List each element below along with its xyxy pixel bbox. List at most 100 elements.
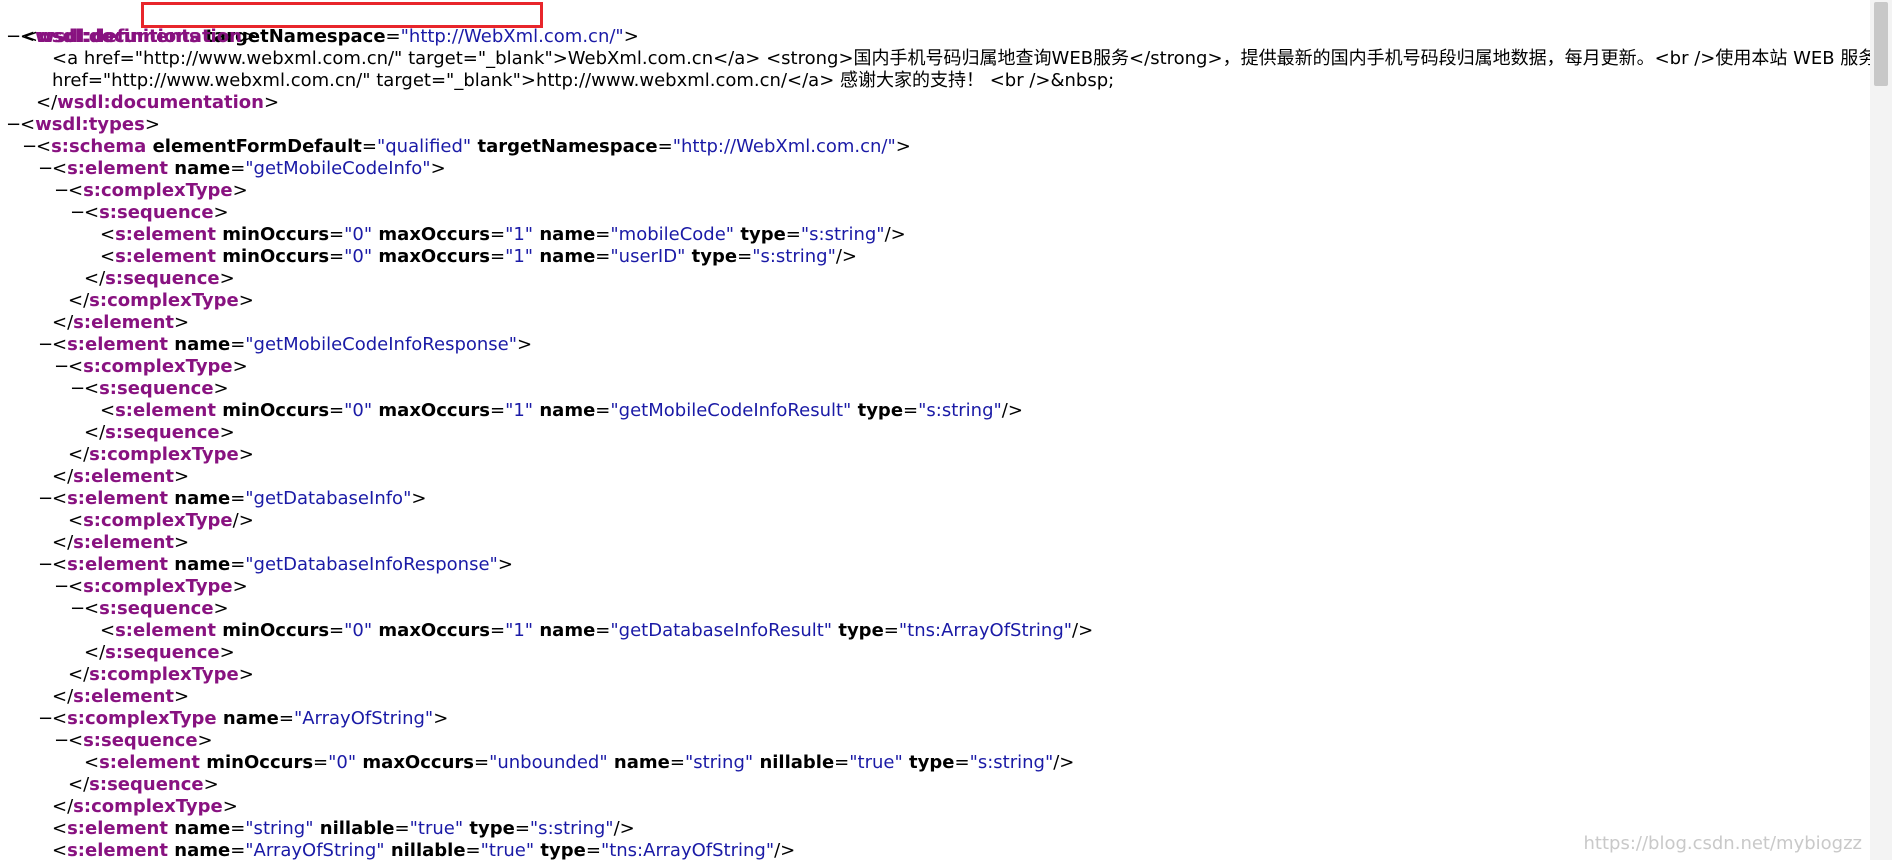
bracket: < [100,224,116,245]
bracket: < [36,136,52,157]
bracket: < [100,400,116,421]
collapse-toggle[interactable]: − [38,158,53,180]
tag-name: s:sequence [89,774,204,795]
bracket: </ [52,312,74,333]
attr-value: "http://WebXml.com.cn/" [672,136,896,157]
attr-name: name [607,752,670,773]
bracket: </ [68,664,90,685]
scrollbar-thumb[interactable] [1874,2,1888,86]
tag-name: s:element [115,400,216,421]
equals-sign: = [394,818,410,839]
collapse-toggle[interactable]: − [22,136,37,158]
attr-name: name [167,554,231,575]
bracket: </ [52,466,74,487]
bracket: < [84,598,100,619]
attr-value: "true" [480,840,535,860]
attr-name: nillable [313,818,395,839]
equals-sign: = [737,246,753,267]
collapse-toggle[interactable]: − [54,180,69,202]
collapse-toggle[interactable]: − [6,26,21,48]
attr-name: name [533,620,596,641]
attr-value: "0" [344,400,373,421]
collapse-toggle[interactable]: − [38,554,53,576]
tag-name: s:element [67,840,168,860]
equals-sign: = [657,136,673,157]
collapse-toggle[interactable]: − [54,356,69,378]
attr-value: "ArrayOfString" [293,708,434,729]
vertical-scrollbar[interactable] [1870,0,1892,860]
attr-name: minOccurs [199,752,314,773]
tag-name: s:element [115,246,216,267]
bracket: /> [1053,752,1075,773]
attr-name: type [685,246,738,267]
attr-name: elementFormDefault [146,136,362,157]
attr-name: nillable [384,840,466,860]
xml-line: <s:element name="ArrayOfString" nillable… [38,840,795,860]
bracket: < [68,576,84,597]
xml-line: </s:element> [38,312,189,334]
bracket: < [52,554,68,575]
bracket: </ [68,444,90,465]
bracket: > [174,532,190,553]
attr-name: name [167,158,231,179]
bracket: > [203,774,219,795]
bracket: < [52,488,68,509]
xml-line: href="http://www.webxml.com.cn/" target=… [38,70,1114,92]
attr-value: "tns:ArrayOfString" [898,620,1073,641]
bracket: > [174,312,190,333]
xml-line: </s:complexType> [54,290,254,312]
equals-sign: = [361,136,377,157]
tag-name: s:sequence [105,642,220,663]
attr-value: "1" [505,400,534,421]
xml-line: −<s:complexType> [54,180,248,202]
attr-name: name [533,224,596,245]
collapse-toggle[interactable]: − [70,202,85,224]
collapse-toggle[interactable]: − [38,488,53,510]
attr-value: "1" [505,246,534,267]
equals-sign: = [473,752,490,773]
text-content: href="http://www.webxml.com.cn/" target=… [52,70,1115,91]
attr-name: maxOccurs [356,752,474,773]
tag-name: s:element [73,686,175,707]
equals-sign: = [230,818,246,839]
attr-value: "userID" [610,246,686,267]
bracket: > [232,180,248,201]
equals-sign: = [230,488,246,509]
tag-name: s:element [67,818,168,839]
xml-line: −<s:complexType> [54,356,248,378]
bracket: /> [613,818,635,839]
equals-sign: = [954,752,970,773]
equals-sign: = [595,224,611,245]
tag-name: s:element [67,554,168,575]
bracket: > [232,356,248,377]
bracket: </ [84,422,106,443]
attr-value: "string" [245,818,314,839]
bracket: > [411,488,427,509]
tag-name: s:complexType [89,444,239,465]
bracket: < [20,26,36,47]
bracket: /> [774,840,796,860]
collapse-toggle[interactable]: − [70,378,85,400]
tag-name: s:element [67,158,168,179]
bracket: > [263,92,280,113]
tag-name: s:complexType [83,356,233,377]
xml-line: −<wsdl:types> [6,114,160,136]
collapse-toggle[interactable]: − [54,730,69,752]
collapse-toggle[interactable]: − [70,598,85,620]
collapse-toggle[interactable]: − [38,334,53,356]
xml-line: </s:complexType> [54,664,254,686]
collapse-toggle[interactable]: − [54,576,69,598]
attr-value: "0" [328,752,357,773]
xml-line: <s:element minOccurs="0" maxOccurs="1" n… [86,224,906,246]
bracket: > [497,554,513,575]
equals-sign: = [230,554,246,575]
equals-sign: = [585,840,601,860]
collapse-toggle[interactable]: − [6,114,21,136]
tag-name: s:element [99,752,200,773]
tag-name: s:element [115,224,216,245]
xml-line: </s:element> [38,686,189,708]
bracket: > [238,290,254,311]
bracket: < [84,202,100,223]
collapse-toggle[interactable]: − [38,708,53,730]
xml-line: </s:sequence> [70,422,235,444]
